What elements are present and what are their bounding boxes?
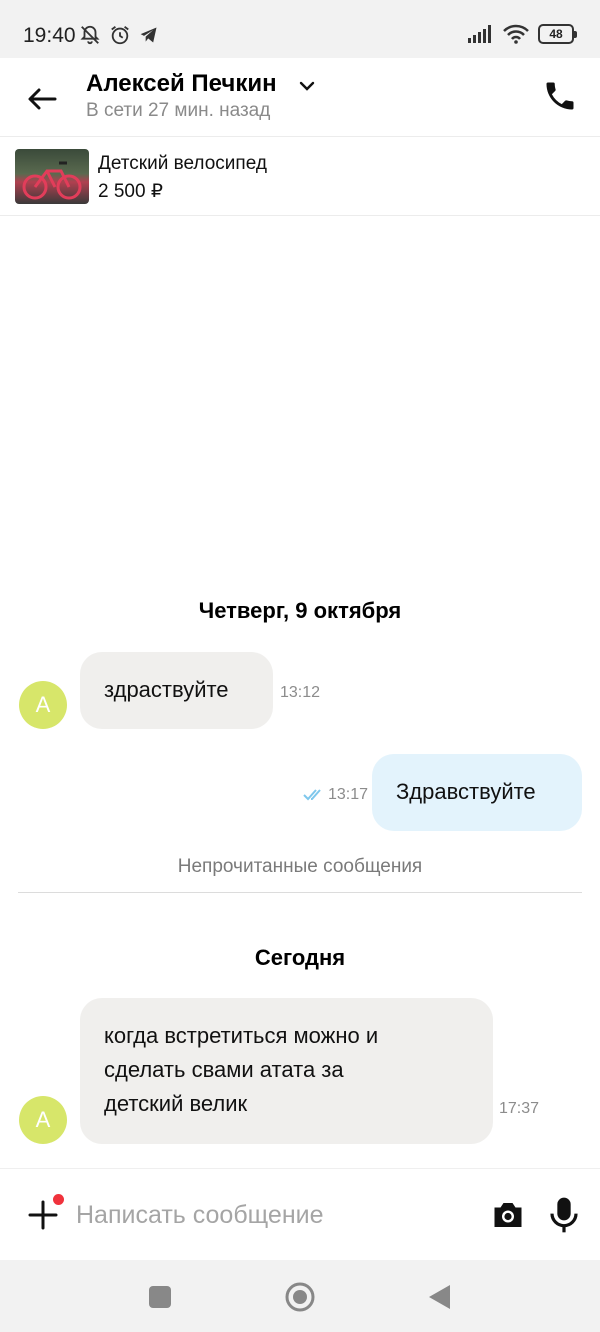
message-text-line: когда встретиться можно и [104, 1023, 379, 1048]
message-text-line: детский велик [104, 1091, 248, 1116]
bell-off-icon [80, 25, 100, 45]
message-time: 13:17 [328, 786, 369, 803]
message-bubble-incoming[interactable]: когда встретиться можно и сделать свами … [80, 998, 493, 1144]
message-time: 17:37 [499, 1100, 540, 1117]
alarm-icon [111, 26, 129, 45]
camera-icon[interactable] [490, 1197, 526, 1233]
system-nav-bar [0, 1260, 600, 1332]
chat-header: Алексей Печкин В сети 27 мин. назад [0, 58, 600, 136]
status-time: 19:40 [23, 24, 76, 47]
message-bubble-outgoing[interactable]: Здравствуйте [372, 754, 582, 831]
recents-icon[interactable] [149, 1286, 171, 1308]
message-text-line: сделать свами атата за [104, 1057, 344, 1082]
message-text: здраствуйте [104, 677, 229, 702]
wifi-icon [503, 24, 529, 44]
contact-status: В сети 27 мин. назад [86, 100, 271, 121]
contact-name[interactable]: Алексей Печкин [86, 70, 277, 98]
date-separator: Сегодня [254, 945, 346, 970]
notification-dot [53, 1194, 64, 1205]
signal-icon [468, 25, 491, 43]
avatar[interactable]: А [19, 681, 67, 729]
bicycle-image [22, 161, 82, 200]
microphone-icon[interactable] [548, 1195, 580, 1235]
back-triangle-icon[interactable] [426, 1283, 452, 1311]
chevron-down-icon[interactable] [298, 80, 316, 92]
message-composer [0, 1168, 600, 1260]
listing-price: 2 500 ₽ [98, 181, 163, 202]
phone-icon[interactable] [542, 78, 578, 114]
listing-thumbnail [15, 149, 89, 204]
message-time: 13:12 [280, 684, 321, 701]
double-check-icon [303, 789, 321, 801]
message-input[interactable] [76, 1197, 466, 1233]
back-arrow-icon[interactable] [25, 84, 61, 114]
unread-messages-label: Непрочитанные сообщения [177, 856, 423, 877]
message-bubble-incoming[interactable]: здраствуйте [80, 652, 273, 729]
message-text: Здравствуйте [396, 779, 536, 804]
date-separator: Четверг, 9 октября [198, 598, 402, 623]
battery-icon: 48 [538, 24, 577, 44]
status-bar: 19:40 48 [0, 0, 600, 58]
unread-divider [18, 892, 582, 893]
listing-card[interactable]: Детский велосипед 2 500 ₽ [0, 136, 600, 216]
telegram-icon [140, 27, 157, 43]
home-icon[interactable] [284, 1281, 316, 1313]
listing-title: Детский велосипед [98, 153, 267, 174]
avatar[interactable]: А [19, 1096, 67, 1144]
